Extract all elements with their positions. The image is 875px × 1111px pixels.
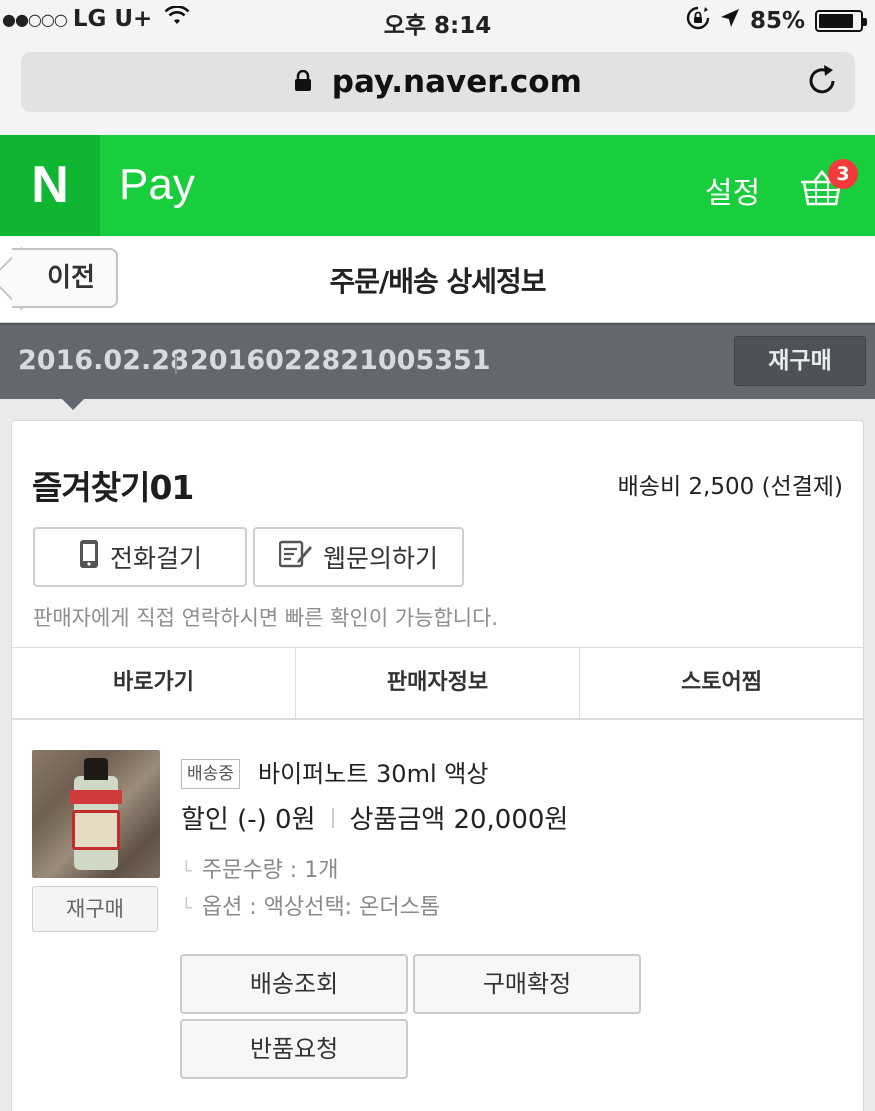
product-thumbnail[interactable]	[32, 750, 160, 878]
product-name[interactable]: 바이퍼노트 30ml 액상	[258, 754, 488, 789]
divider	[331, 807, 334, 828]
url-label: pay.naver.com	[331, 64, 582, 100]
location-arrow-icon	[720, 8, 740, 34]
quantity-line: └ 주문수량 : 1개	[181, 852, 338, 884]
track-delivery-button[interactable]: 배송조회	[180, 954, 408, 1014]
pointer-arrow	[62, 399, 84, 410]
store-name: 즐겨찾기01	[32, 468, 194, 507]
order-number: 2016022821005351	[190, 345, 491, 376]
settings-link[interactable]: 설정	[705, 168, 760, 212]
brand-name: Pay	[119, 160, 195, 209]
corner-marker-icon: └	[181, 898, 192, 919]
favorite-store-link[interactable]: 스토어찜	[580, 648, 863, 718]
order-date: 2016.02.28	[18, 345, 189, 376]
call-button[interactable]: 전화걸기	[33, 527, 247, 587]
bottle-cap	[84, 758, 108, 780]
shortcut-link[interactable]: 바로가기	[12, 648, 296, 718]
price-line: 할인 (-) 0원 상품금액 20,000원	[181, 799, 568, 836]
reload-icon[interactable]	[803, 62, 841, 100]
option-line: └ 옵션 : 액상선택: 온더스톰	[181, 889, 440, 921]
web-inquiry-button[interactable]: 웹문의하기	[253, 527, 464, 587]
bottle-band	[70, 790, 122, 804]
shipping-fee: 배송비 2,500 (선결제)	[617, 474, 843, 500]
lock-icon	[294, 69, 320, 98]
page-header: 이전 주문/배송 상세정보	[0, 236, 875, 323]
phone-icon	[78, 539, 100, 575]
npay-header: N Pay 설정 3	[0, 135, 875, 236]
cart-count-badge: 3	[828, 159, 858, 189]
corner-marker-icon: └	[181, 861, 192, 882]
divider	[175, 354, 177, 374]
rotation-lock-icon	[686, 6, 710, 36]
order-card: 즐겨찾기01 배송비 2,500 (선결제) 전화걸기 웹문의하기 판매자에게 …	[11, 420, 864, 1111]
confirm-purchase-button[interactable]: 구매확정	[413, 954, 641, 1014]
call-button-label: 전화걸기	[109, 544, 202, 573]
bottle-label	[72, 810, 120, 850]
naver-logo[interactable]: N	[0, 135, 100, 236]
order-quantity: 주문수량 : 1개	[201, 858, 339, 883]
rebuy-product-button[interactable]: 재구매	[32, 886, 158, 932]
status-bar: ●●○○○ LG U+ 오후 8:14 85%	[0, 0, 875, 42]
store-links: 바로가기 판매자정보 스토어찜	[12, 647, 863, 720]
rebuy-order-button[interactable]: 재구매	[734, 336, 866, 386]
battery-percent: 85%	[749, 8, 805, 34]
seller-info-link[interactable]: 판매자정보	[296, 648, 580, 718]
discount-amount: 할인 (-) 0원	[181, 805, 316, 835]
request-return-button[interactable]: 반품요청	[180, 1019, 408, 1079]
back-button[interactable]: 이전	[12, 248, 118, 308]
delivery-status-badge: 배송중	[181, 759, 240, 789]
web-inquiry-label: 웹문의하기	[322, 544, 438, 573]
browser-toolbar: pay.naver.com	[0, 42, 875, 135]
battery-icon	[815, 10, 867, 32]
contact-note: 판매자에게 직접 연락하시면 빠른 확인이 가능합니다.	[33, 606, 499, 630]
product-option: 옵션 : 액상선택: 온더스톰	[201, 895, 441, 920]
product-price: 상품금액 20,000원	[349, 805, 569, 835]
address-text[interactable]: pay.naver.com	[21, 64, 855, 100]
edit-note-icon	[278, 540, 313, 574]
order-info-bar: 2016.02.28 2016022821005351 재구매	[0, 323, 875, 410]
address-bar[interactable]: pay.naver.com	[21, 52, 855, 112]
status-indicators: 85%	[686, 6, 867, 36]
